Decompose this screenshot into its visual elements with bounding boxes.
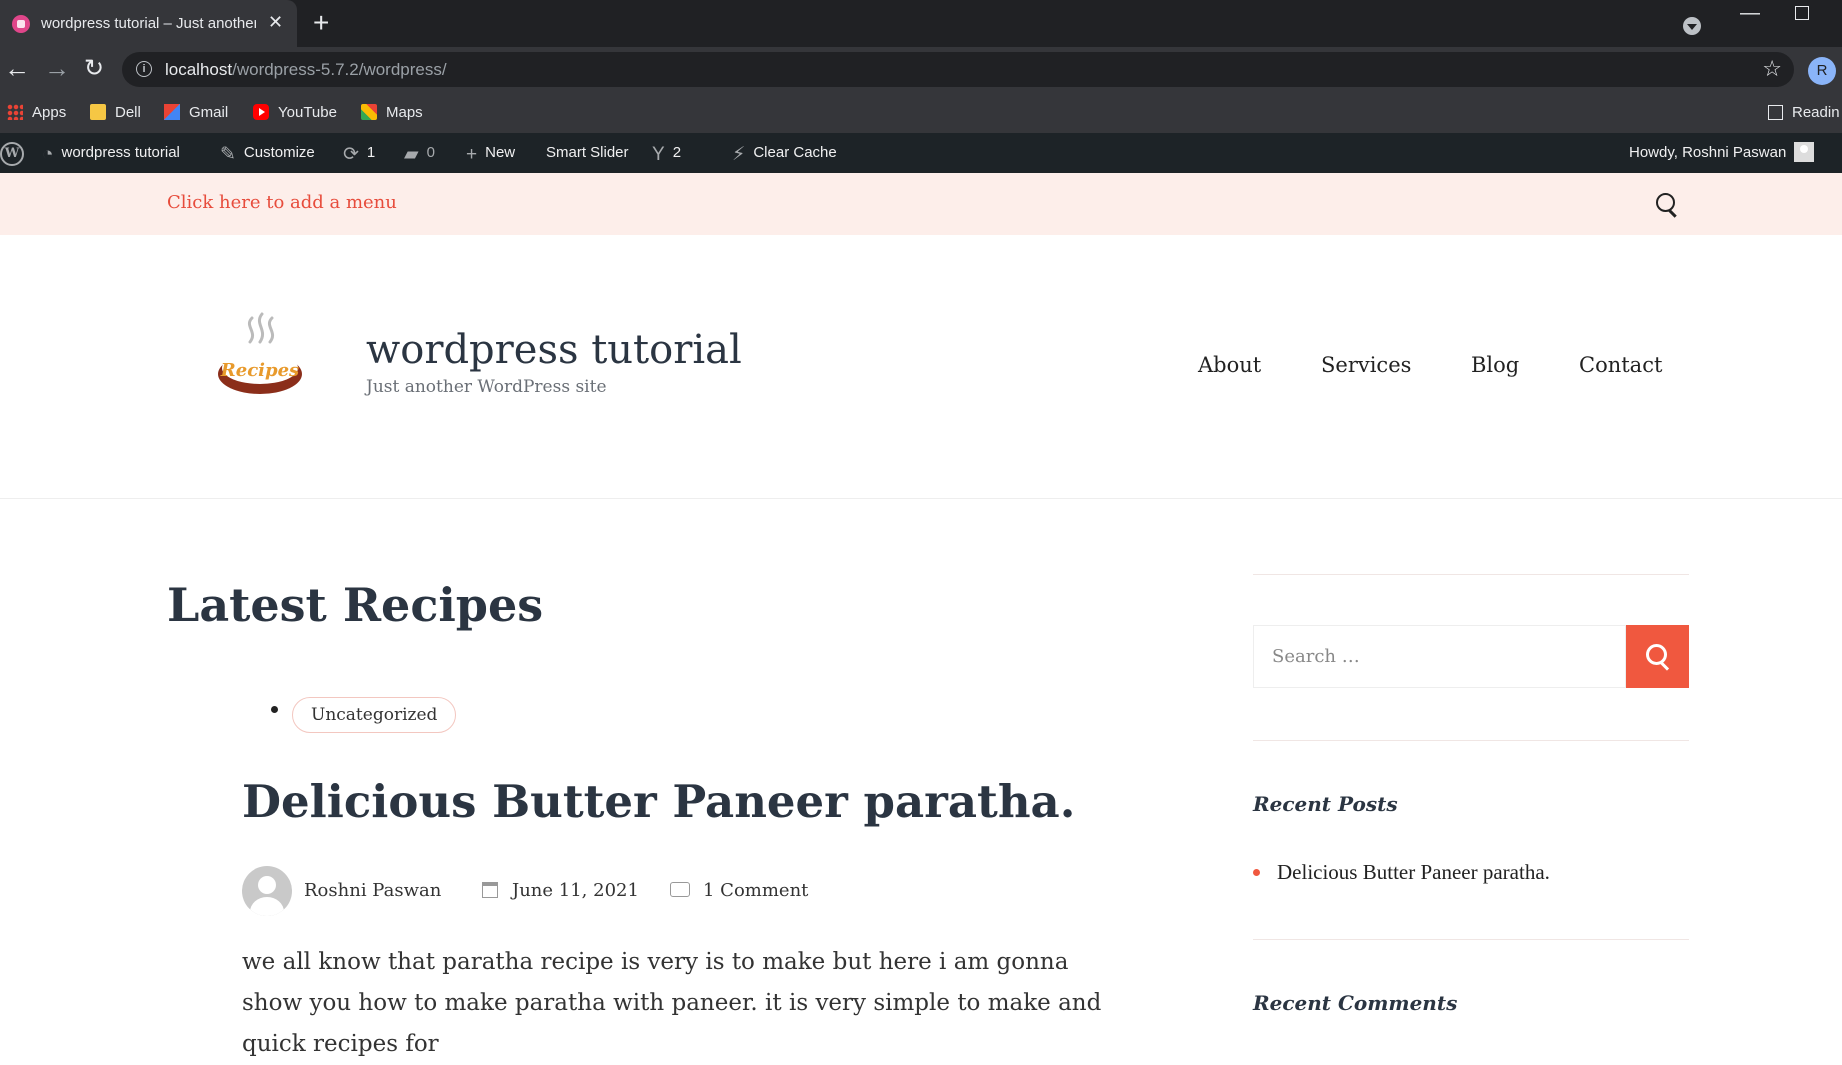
folder-icon: [90, 104, 106, 120]
brush-icon: ✎: [220, 144, 236, 165]
nav-about[interactable]: About: [1198, 353, 1261, 377]
calendar-icon: [482, 882, 498, 898]
bookmark-label: Dell: [115, 104, 141, 121]
reload-icon[interactable]: ↻: [84, 54, 104, 83]
admin-new[interactable]: + New: [466, 133, 515, 173]
tab-search-icon[interactable]: [1683, 17, 1701, 35]
clear-cache-label: Clear Cache: [753, 144, 837, 161]
comments-link[interactable]: 1 Comment: [703, 880, 808, 901]
post-date[interactable]: June 11, 2021: [512, 880, 639, 901]
author-avatar: [242, 866, 292, 916]
bookmark-label: YouTube: [278, 104, 337, 121]
recent-post-link[interactable]: Delicious Butter Paneer paratha.: [1277, 860, 1550, 885]
nav-services[interactable]: Services: [1321, 353, 1411, 377]
profile-avatar[interactable]: R: [1808, 57, 1836, 85]
new-tab-icon[interactable]: +: [313, 7, 329, 39]
site-tagline: Just another WordPress site: [366, 377, 607, 397]
yoast-icon: Y: [652, 144, 665, 165]
apps-grid-icon: [7, 104, 23, 120]
admin-new-label: New: [485, 144, 516, 161]
add-menu-link[interactable]: Click here to add a menu: [167, 192, 397, 213]
browser-toolbar: ← → ↻ i localhost/wordpress-5.7.2/wordpr…: [0, 47, 1842, 93]
comments-count: 0: [426, 144, 435, 161]
admin-clear-cache[interactable]: ⚡ Clear Cache: [732, 133, 837, 173]
youtube-icon: [253, 104, 269, 120]
search-icon[interactable]: [1656, 193, 1675, 212]
admin-updates[interactable]: ⟳ 1: [343, 133, 375, 173]
bookmark-youtube[interactable]: YouTube: [253, 93, 337, 133]
cheetah-icon: ⚡: [732, 144, 746, 165]
recent-comments-heading: Recent Comments: [1253, 991, 1458, 1015]
url-path: /wordpress-5.7.2/wordpress/: [232, 60, 447, 79]
address-bar[interactable]: i localhost/wordpress-5.7.2/wordpress/ ☆: [122, 52, 1794, 87]
nav-contact[interactable]: Contact: [1579, 353, 1662, 377]
post-title[interactable]: Delicious Butter Paneer paratha.: [242, 775, 1075, 828]
updates-icon: ⟳: [343, 144, 359, 165]
back-arrow-icon[interactable]: ←: [4, 53, 30, 84]
bookmark-star-icon[interactable]: ☆: [1762, 56, 1782, 82]
admin-howdy[interactable]: Howdy, Roshni Paswan: [1629, 133, 1815, 173]
admin-customize-label: Customize: [243, 144, 315, 161]
browser-tab-strip: wordpress tutorial – Just another WordPr…: [0, 0, 1842, 47]
recent-posts-heading: Recent Posts: [1253, 792, 1398, 816]
url-text[interactable]: localhost/wordpress-5.7.2/wordpress/: [165, 60, 447, 80]
site-title[interactable]: wordpress tutorial: [366, 327, 742, 373]
list-bullet: [1253, 869, 1260, 876]
bookmark-gmail[interactable]: Gmail: [164, 93, 228, 133]
admin-comments[interactable]: ▰ 0: [404, 133, 435, 173]
sidebar-divider: [1253, 740, 1689, 741]
site-header: Recipes wordpress tutorial Just another …: [0, 235, 1842, 499]
reading-list-icon: [1768, 105, 1783, 120]
wordpress-logo-icon[interactable]: W: [0, 142, 24, 166]
maps-icon: [361, 104, 377, 120]
browser-tab[interactable]: wordpress tutorial – Just another WordPr…: [0, 0, 297, 47]
reading-list-button[interactable]: Readin: [1768, 93, 1840, 133]
yoast-count: 2: [672, 144, 682, 161]
sidebar-divider: [1253, 574, 1689, 575]
close-tab-icon[interactable]: ✕: [268, 12, 283, 33]
dashboard-icon: ◔: [42, 144, 54, 165]
site-logo[interactable]: Recipes: [214, 312, 306, 400]
author-link[interactable]: Roshni Paswan: [304, 880, 441, 901]
bookmark-label: Maps: [386, 104, 423, 121]
plus-icon: +: [466, 144, 478, 165]
admin-customize[interactable]: ✎ Customize: [220, 133, 315, 173]
howdy-label: Howdy, Roshni Paswan: [1629, 144, 1787, 161]
site-info-icon[interactable]: i: [136, 61, 152, 77]
bookmark-dell[interactable]: Dell: [90, 93, 141, 133]
admin-yoast[interactable]: Y2: [652, 133, 681, 173]
minimize-window-icon[interactable]: —: [1740, 2, 1760, 25]
forward-arrow-icon[interactable]: →: [44, 53, 70, 84]
bookmark-label: Apps: [32, 104, 67, 121]
bookmark-maps[interactable]: Maps: [361, 93, 423, 133]
user-avatar-icon: [1794, 142, 1815, 162]
search-icon: [1646, 644, 1667, 665]
wp-admin-bar: W ◔ wordpress tutorial ✎ Customize ⟳ 1 ▰ 0 +…: [0, 133, 1842, 173]
sidebar-search-button[interactable]: [1626, 625, 1689, 688]
section-title: Latest Recipes: [167, 578, 544, 632]
comment-bubble-icon: ▰: [404, 144, 419, 165]
bookmark-apps[interactable]: Apps: [7, 93, 66, 133]
sidebar-search-input[interactable]: [1253, 625, 1626, 688]
admin-site-name-label: wordpress tutorial: [61, 144, 180, 161]
bookmarks-bar: Apps Dell Gmail YouTube Maps Readin: [0, 93, 1842, 134]
list-bullet: [271, 706, 278, 713]
site-favicon-icon: [12, 15, 30, 33]
bookmark-label: Gmail: [189, 104, 229, 121]
nav-blog[interactable]: Blog: [1471, 353, 1519, 377]
maximize-window-icon[interactable]: [1795, 6, 1809, 20]
gmail-icon: [164, 104, 180, 120]
url-host: localhost: [165, 60, 233, 79]
logo-text: Recipes: [220, 360, 299, 381]
reading-list-label: Readin: [1792, 104, 1840, 121]
sidebar-divider: [1253, 939, 1689, 940]
updates-count: 1: [366, 144, 376, 161]
admin-site-name[interactable]: ◔ wordpress tutorial: [42, 133, 180, 173]
category-tag[interactable]: Uncategorized: [292, 697, 457, 733]
tab-title: wordpress tutorial – Just another WordPr…: [41, 15, 256, 32]
admin-smart-slider[interactable]: Smart Slider: [546, 133, 629, 173]
site-topbar: Click here to add a menu: [0, 173, 1842, 235]
comment-icon: [670, 882, 690, 897]
post-excerpt: we all know that paratha recipe is very …: [242, 949, 1102, 1057]
